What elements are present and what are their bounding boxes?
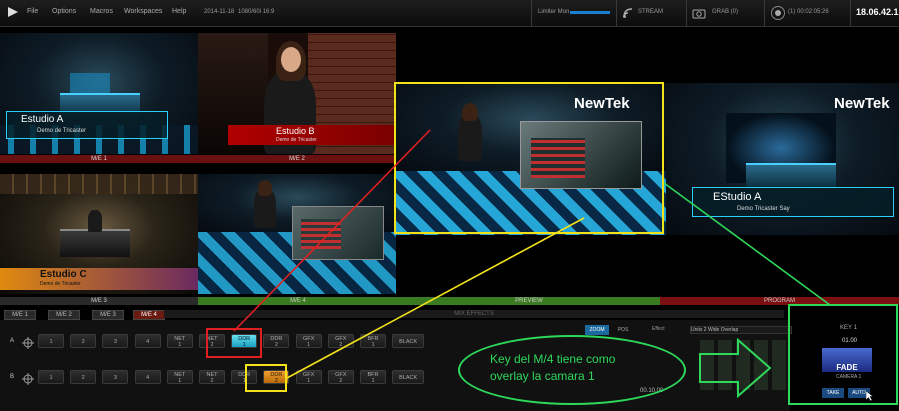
red-connector-line xyxy=(233,129,431,332)
green-connector-line xyxy=(663,182,831,306)
green-arrow-icon xyxy=(699,337,772,399)
yellow-connector-line xyxy=(286,217,585,379)
annotation-lines xyxy=(233,129,831,399)
